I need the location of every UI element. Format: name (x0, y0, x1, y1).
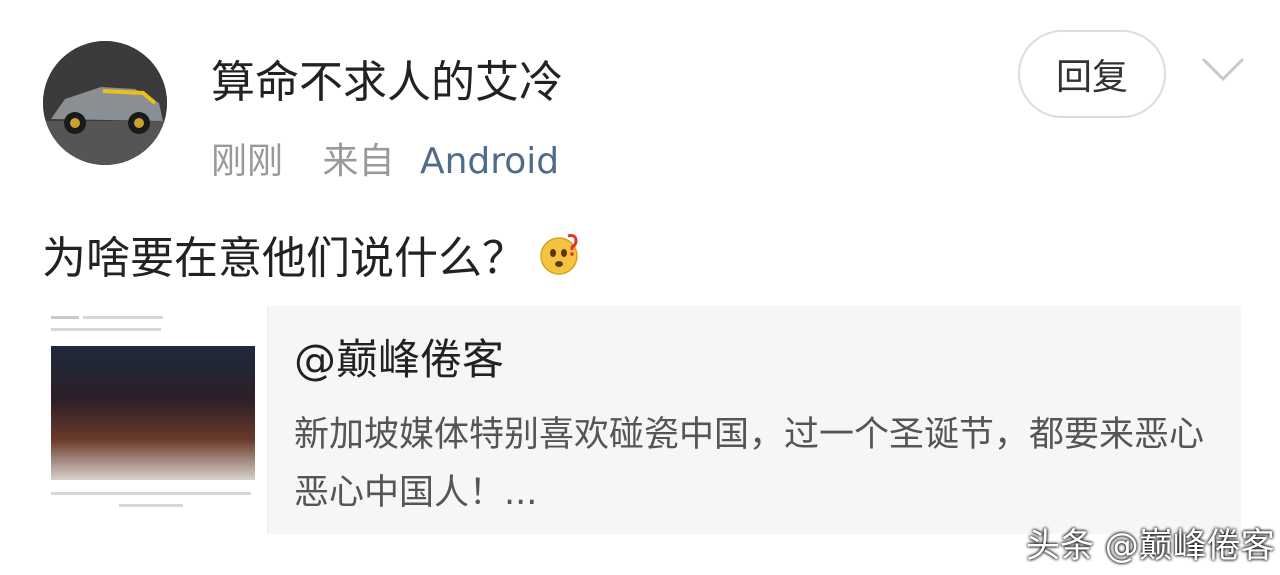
repost-author[interactable]: @巅峰倦客 (294, 326, 504, 387)
news-photo (51, 346, 255, 480)
post-content: 为啥要在意他们说什么？ (42, 222, 582, 286)
repost-text: 新加坡媒体特别喜欢碰瓷中国，过一个圣诞节，都要来恶心恶心中国人！... (294, 415, 1205, 513)
repost-card[interactable]: @巅峰倦客 新加坡媒体特别喜欢碰瓷中国，过一个圣诞节，都要来恶心恶心中国人！..… (39, 306, 1241, 534)
repost-thumbnail (39, 306, 268, 534)
source-app-link[interactable]: Android (420, 141, 559, 182)
reply-button[interactable]: 回复 (1018, 30, 1166, 118)
source-prefix: 来自 (322, 141, 395, 182)
avatar[interactable] (43, 41, 167, 165)
thinking-face-question-emoji (540, 234, 578, 275)
chevron-down-icon[interactable] (1200, 54, 1246, 84)
post-content-text: 为啥要在意他们说什么？ (42, 233, 526, 284)
username[interactable]: 算命不求人的艾冷 (211, 46, 563, 110)
post-time: 刚刚 (211, 141, 284, 182)
post-meta: 刚刚 来自 Android (211, 132, 559, 184)
watermark: 头条 @巅峰倦客 (1026, 526, 1275, 566)
